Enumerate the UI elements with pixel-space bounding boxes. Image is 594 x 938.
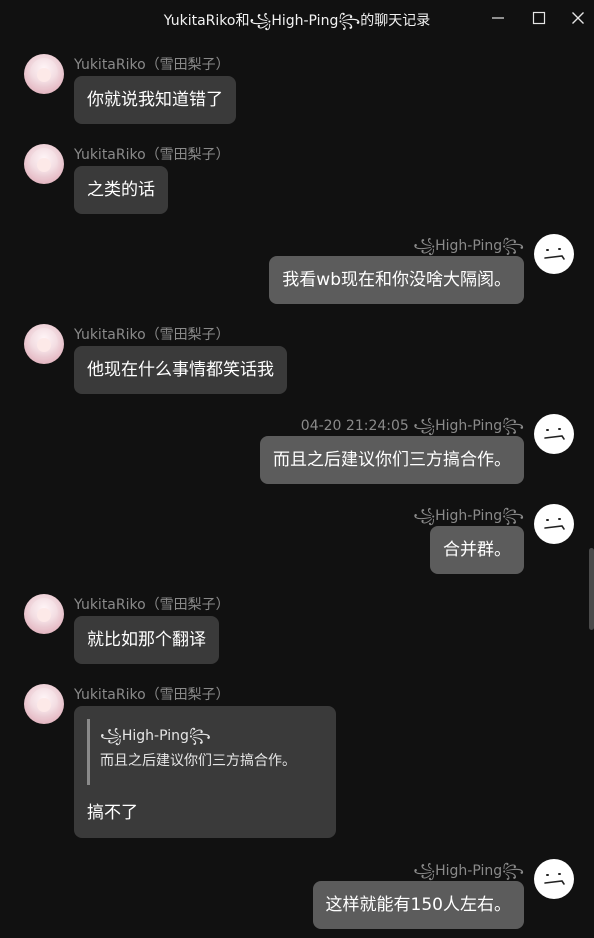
avatar[interactable]	[534, 414, 574, 454]
sender-name: YukitaRiko（雪田梨子）	[74, 327, 230, 343]
avatar[interactable]	[534, 234, 574, 274]
sender-name: YukitaRiko（雪田梨子）	[74, 57, 230, 73]
avatar[interactable]	[24, 54, 64, 94]
quote-author: ꧁High-Ping꧂	[100, 728, 211, 744]
meh-face-icon	[535, 235, 573, 273]
message-bubble[interactable]: 他现在什么事情都笑话我	[74, 346, 287, 394]
avatar[interactable]	[24, 594, 64, 634]
avatar-face	[37, 608, 51, 622]
message-bubble[interactable]: 合并群。	[430, 526, 524, 574]
quote-reply-bubble[interactable]: ꧁High-Ping꧂ 而且之后建议你们三方搞合作。 搞不了	[74, 706, 336, 838]
message-bubble[interactable]: 你就说我知道错了	[74, 76, 236, 124]
quote-bar	[87, 719, 90, 785]
message-bubble[interactable]: 我看wb现在和你没啥大隔阂。	[269, 256, 524, 304]
sender-name: YukitaRiko（雪田梨子）	[74, 597, 230, 613]
avatar[interactable]	[24, 684, 64, 724]
quote-text: 而且之后建议你们三方搞合作。	[100, 753, 296, 769]
close-icon	[572, 12, 584, 24]
message-bubble[interactable]: 而且之后建议你们三方搞合作。	[260, 436, 524, 484]
avatar[interactable]	[534, 504, 574, 544]
avatar[interactable]	[534, 859, 574, 899]
avatar[interactable]	[24, 324, 64, 364]
avatar-face	[37, 698, 51, 712]
title-bar: YukitaRiko和꧁High-Ping꧂的聊天记录	[0, 0, 594, 36]
message-bubble[interactable]: 之类的话	[74, 166, 168, 214]
message-bubble[interactable]: 就比如那个翻译	[74, 616, 219, 664]
avatar-face	[37, 68, 51, 82]
avatar-face	[37, 158, 51, 172]
chat-history[interactable]: YukitaRiko（雪田梨子） 你就说我知道错了 YukitaRiko（雪田梨…	[0, 36, 594, 938]
sender-name: YukitaRiko（雪田梨子）	[74, 687, 230, 703]
reply-text: 搞不了	[87, 803, 138, 823]
meh-face-icon	[535, 415, 573, 453]
maximize-icon	[532, 11, 546, 25]
minimize-icon	[492, 17, 504, 19]
avatar-face	[37, 338, 51, 352]
close-button[interactable]	[558, 0, 594, 36]
sender-name: YukitaRiko（雪田梨子）	[74, 147, 230, 163]
meh-face-icon	[535, 505, 573, 543]
message-bubble[interactable]: 这样就能有150人左右。	[312, 881, 524, 929]
avatar[interactable]	[24, 144, 64, 184]
meh-face-icon	[535, 860, 573, 898]
minimize-button[interactable]	[478, 0, 518, 36]
maximize-button[interactable]	[519, 0, 559, 36]
scrollbar[interactable]	[589, 548, 594, 630]
